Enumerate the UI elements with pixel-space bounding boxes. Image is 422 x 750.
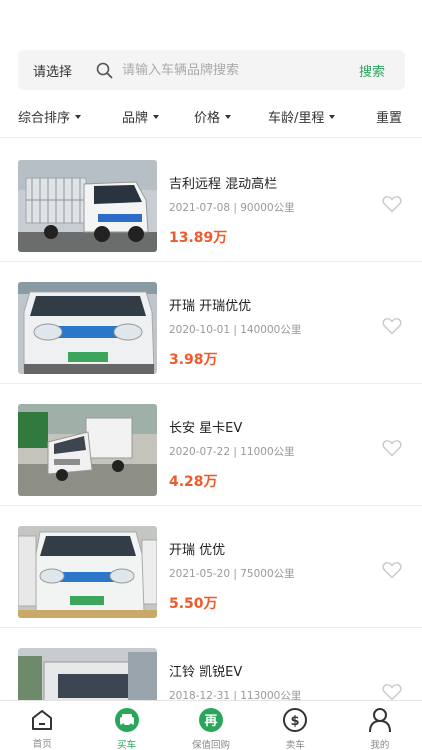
list-item[interactable]: 吉利远程 混动高栏 2021-07-08 | 90000公里 13.89万 <box>0 140 422 262</box>
region-select[interactable]: 请选择 <box>18 61 96 80</box>
sell-glyph: $ <box>291 714 300 729</box>
search-icon <box>96 61 114 79</box>
vehicle-price: 5.50万 <box>169 596 218 612</box>
filter-sort[interactable]: 综合排序 <box>18 107 82 126</box>
vehicle-price: 13.89万 <box>169 230 228 246</box>
tab-mine[interactable]: 我的 <box>338 701 422 750</box>
vehicle-photo <box>18 526 157 618</box>
filter-reset-label: 重置 <box>376 111 403 126</box>
tab-guarantee[interactable]: 再 保值回购 <box>169 701 253 750</box>
vehicle-photo <box>18 282 157 374</box>
guarantee-glyph: 再 <box>205 714 218 729</box>
favorite-heart-icon[interactable] <box>382 195 402 213</box>
car-icon <box>114 707 140 733</box>
vehicle-meta: 2021-07-08 | 90000公里 <box>169 202 295 214</box>
caret-down-icon <box>329 114 336 119</box>
caret-down-icon <box>75 114 82 119</box>
favorite-heart-icon[interactable] <box>382 317 402 335</box>
tab-buy-label: 买车 <box>117 740 137 750</box>
list-item[interactable]: 开瑞 开瑞优优 2020-10-01 | 140000公里 3.98万 <box>0 262 422 384</box>
vehicle-title: 长安 星卡EV <box>169 421 243 436</box>
tab-home[interactable]: 首页 <box>0 701 84 750</box>
favorite-heart-icon[interactable] <box>382 439 402 457</box>
list-item[interactable]: 开瑞 优优 2021-05-20 | 75000公里 5.50万 <box>0 506 422 628</box>
vehicle-title: 开瑞 开瑞优优 <box>169 299 252 314</box>
caret-down-icon <box>153 114 160 119</box>
vehicle-meta: 2020-07-22 | 11000公里 <box>169 446 295 458</box>
tab-mine-label: 我的 <box>370 740 390 750</box>
search-input[interactable] <box>122 62 359 78</box>
tab-guarantee-label: 保值回购 <box>192 740 231 750</box>
filter-brand-label: 品牌 <box>122 111 149 126</box>
page: 请选择 搜索 综合排序 品牌 价格 车龄/里程 重置 <box>0 0 422 750</box>
vehicle-price: 3.98万 <box>169 352 218 368</box>
home-icon <box>29 707 55 732</box>
search-bar: 请选择 搜索 <box>18 50 405 90</box>
vehicle-list: 吉利远程 混动高栏 2021-07-08 | 90000公里 13.89万 开瑞… <box>0 140 422 700</box>
tab-home-label: 首页 <box>32 739 52 750</box>
filter-sort-label: 综合排序 <box>18 111 71 126</box>
list-item[interactable]: 长安 星卡EV 2020-07-22 | 11000公里 4.28万 <box>0 384 422 506</box>
vehicle-title: 开瑞 优优 <box>169 543 226 558</box>
bottom-tab-bar: 首页 买车 再 保值回购 $ 卖车 我的 <box>0 700 422 750</box>
filter-reset[interactable]: 重置 <box>376 107 402 126</box>
filter-age[interactable]: 车龄/里程 <box>268 107 336 126</box>
search-button[interactable]: 搜索 <box>359 61 405 80</box>
vehicle-photo <box>18 160 157 252</box>
vehicle-meta: 2021-05-20 | 75000公里 <box>169 568 295 580</box>
vehicle-price: 4.28万 <box>169 474 218 490</box>
filter-brand[interactable]: 品牌 <box>122 107 160 126</box>
dollar-icon: $ <box>282 707 308 733</box>
tab-sell[interactable]: $ 卖车 <box>253 701 337 750</box>
list-item[interactable]: 江铃 凯锐EV 2018-12-31 | 113000公里 <box>0 628 422 700</box>
caret-down-icon <box>225 114 232 119</box>
vehicle-photo <box>18 404 157 496</box>
vehicle-title: 吉利远程 混动高栏 <box>169 177 278 192</box>
vehicle-meta: 2018-12-31 | 113000公里 <box>169 690 302 700</box>
favorite-heart-icon[interactable] <box>382 683 402 700</box>
tab-sell-label: 卖车 <box>285 740 305 750</box>
vehicle-title: 江铃 凯锐EV <box>169 665 243 680</box>
favorite-heart-icon[interactable] <box>382 561 402 579</box>
filter-bar: 综合排序 品牌 价格 车龄/里程 重置 <box>0 96 422 138</box>
filter-price-label: 价格 <box>194 111 221 126</box>
filter-price[interactable]: 价格 <box>194 107 232 126</box>
vehicle-meta: 2020-10-01 | 140000公里 <box>169 324 302 336</box>
user-icon <box>367 707 393 733</box>
guarantee-icon: 再 <box>198 707 224 733</box>
filter-age-label: 车龄/里程 <box>268 111 325 126</box>
vehicle-photo <box>18 648 157 700</box>
tab-buy[interactable]: 买车 <box>84 701 168 750</box>
